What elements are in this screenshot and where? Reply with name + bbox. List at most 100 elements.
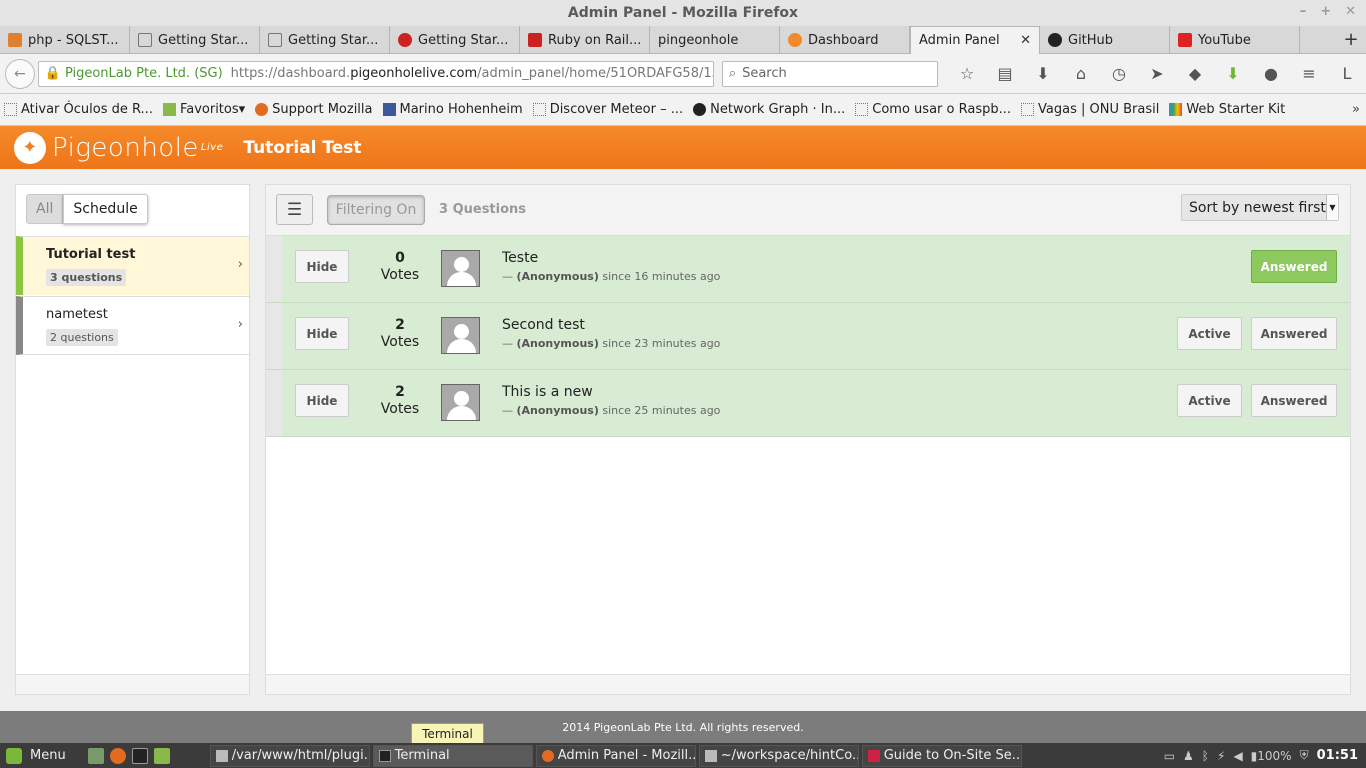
bookmark-item[interactable]: Discover Meteor – ... — [532, 102, 683, 117]
tab-admin-panel[interactable]: Admin Panel ✕ — [910, 26, 1040, 54]
tab-getting-started-3[interactable]: Getting Star... — [390, 26, 520, 54]
hamburger-icon: ☰ — [286, 199, 303, 220]
taskbar-item[interactable]: Guide to On-Site Se... — [861, 744, 1022, 767]
vote-count: 2 Votes — [376, 384, 424, 418]
question-meta: — (Anonymous) since 25 minutes ago — [502, 404, 721, 417]
taskbar-item-terminal[interactable]: Terminal — [372, 744, 533, 767]
tab-dashboard[interactable]: Dashboard — [780, 26, 910, 54]
close-tab-icon[interactable]: ✕ — [1020, 33, 1031, 48]
taskbar-item[interactable]: ~/workspace/hintCo... — [698, 744, 859, 767]
taskbar-label: /var/www/html/plugi... — [231, 748, 370, 763]
addon-icon[interactable]: ◆ — [1176, 64, 1214, 83]
chevron-down-icon: ▼ — [1326, 195, 1338, 220]
firefox-icon — [255, 103, 269, 116]
hide-button[interactable]: Hide — [295, 250, 349, 283]
terminal-tooltip: Terminal — [411, 723, 484, 744]
bookmark-item[interactable]: Ativar Óculos de R... — [4, 102, 153, 117]
minimize-icon[interactable]: – — [1300, 4, 1307, 19]
question-row: Hide 2 Votes Second test — (Anonymous) si… — [266, 303, 1350, 370]
pigeonhole-logo[interactable]: ✦ Pigeonhole Live — [14, 131, 223, 164]
show-desktop-icon[interactable] — [87, 747, 104, 764]
url-bar[interactable]: 🔒 PigeonLab Pte. Ltd. (SG) https://dashb… — [37, 60, 714, 87]
chat-icon[interactable]: ● — [1252, 64, 1290, 83]
answered-button[interactable]: Answered — [1251, 250, 1337, 283]
filter-toggle-button[interactable]: Filtering On — [327, 195, 425, 225]
user-icon[interactable]: ♟ — [1183, 749, 1194, 763]
active-button[interactable]: Active — [1177, 384, 1242, 417]
tab-pingeonhole[interactable]: pingeonhole — [650, 26, 780, 54]
volume-icon[interactable]: ◀ — [1233, 749, 1242, 763]
hamburger-menu-icon[interactable]: ≡ — [1290, 64, 1328, 83]
window-title: Admin Panel - Mozilla Firefox — [567, 5, 799, 21]
back-button[interactable]: ← — [5, 58, 35, 89]
question-time: since 16 minutes ago — [602, 270, 721, 283]
browser-tab-strip: php - SQLST... Getting Star... Getting S… — [0, 26, 1366, 54]
session-count-badge: 3 questions — [46, 269, 127, 286]
bookmark-item[interactable]: Como usar o Raspb... — [855, 102, 1011, 117]
bookmark-item[interactable]: Support Mozilla — [255, 102, 373, 117]
firefox-launcher-icon[interactable] — [109, 747, 126, 764]
view-toggle: All Schedule — [26, 194, 148, 224]
bookmark-item[interactable]: Vagas | ONU Brasil — [1021, 102, 1159, 117]
search-input[interactable]: ⌕ Search — [721, 60, 938, 87]
session-item-nametest[interactable]: nametest 2 questions › — [16, 296, 249, 355]
hide-button[interactable]: Hide — [295, 384, 349, 417]
start-menu-button[interactable]: Menu — [0, 743, 72, 768]
download-icon[interactable]: ⬇ — [1024, 64, 1062, 83]
mint-logo-icon — [6, 747, 22, 764]
reading-list-icon[interactable]: ▤ — [986, 64, 1024, 83]
answered-button[interactable]: Answered — [1251, 384, 1337, 417]
sidebar-footer — [16, 674, 249, 694]
maximize-icon[interactable]: + — [1320, 4, 1331, 19]
chevron-right-icon: › — [237, 257, 243, 272]
sort-select[interactable]: Sort by newest first ▼ — [1181, 194, 1339, 221]
toggle-schedule-button[interactable]: Schedule — [63, 194, 148, 224]
network-icon[interactable]: ⚡ — [1217, 749, 1225, 763]
tab-php-sqlst[interactable]: php - SQLST... — [0, 26, 130, 54]
extension-l-icon[interactable]: L — [1328, 64, 1366, 83]
hide-button[interactable]: Hide — [295, 317, 349, 350]
tab-getting-started-1[interactable]: Getting Star... — [130, 26, 260, 54]
pigeon-icon: ✦ — [14, 131, 46, 164]
toggle-all-button[interactable]: All — [26, 194, 64, 224]
bookmark-item[interactable]: Marino Hohenheim — [382, 102, 523, 117]
keyboard-icon[interactable]: ▭ — [1164, 749, 1175, 763]
clock[interactable]: 01:51 — [1317, 748, 1358, 763]
bookmark-label: Como usar o Raspb... — [872, 102, 1011, 117]
history-icon[interactable]: ◷ — [1100, 64, 1138, 83]
session-count-badge: 2 questions — [46, 329, 118, 346]
home-icon[interactable]: ⌂ — [1062, 64, 1100, 83]
download-arrow-icon[interactable]: ⬇ — [1214, 64, 1252, 83]
taskbar-label: Guide to On-Site Se... — [883, 748, 1022, 763]
tab-github[interactable]: GitHub — [1040, 26, 1170, 54]
bookmarks-overflow-icon[interactable]: » — [1352, 102, 1360, 117]
bookmark-item[interactable]: Web Starter Kit — [1169, 102, 1285, 117]
terminal-launcher-icon[interactable] — [131, 747, 148, 764]
session-item-tutorial-test[interactable]: Tutorial test 3 questions › — [16, 236, 249, 295]
bookmark-star-icon[interactable]: ☆ — [948, 64, 986, 83]
tab-label: GitHub — [1068, 32, 1114, 48]
panel-menu-button[interactable]: ☰ — [276, 194, 313, 225]
logo-text: Pigeonhole — [52, 132, 199, 163]
taskbar-item-firefox[interactable]: Admin Panel - Mozill... — [535, 744, 696, 767]
answered-button[interactable]: Answered — [1251, 317, 1337, 350]
tab-ruby-on-rails[interactable]: Ruby on Rail... — [520, 26, 650, 54]
new-tab-button[interactable]: + — [1336, 26, 1366, 53]
site-identity[interactable]: PigeonLab Pte. Ltd. (SG) — [65, 66, 223, 81]
battery-icon[interactable]: ▮100% — [1251, 749, 1292, 763]
taskbar-item[interactable]: /var/www/html/plugi... — [209, 744, 370, 767]
bookmark-folder-favoritos[interactable]: Favoritos ▾ — [162, 102, 245, 117]
files-launcher-icon[interactable] — [153, 747, 170, 764]
question-time: since 23 minutes ago — [602, 337, 721, 350]
send-icon[interactable]: ➤ — [1138, 64, 1176, 83]
tab-getting-started-2[interactable]: Getting Star... — [260, 26, 390, 54]
question-text: Teste — [502, 250, 539, 266]
tab-label: Getting Star... — [158, 32, 249, 48]
shield-icon[interactable]: ⛨ — [1300, 748, 1309, 763]
bluetooth-icon[interactable]: ᛒ — [1202, 749, 1209, 763]
tab-youtube[interactable]: YouTube — [1170, 26, 1300, 54]
close-window-icon[interactable]: ✕ — [1345, 4, 1356, 19]
bookmark-item[interactable]: Network Graph · In... — [693, 102, 845, 117]
menu-label: Menu — [30, 748, 66, 763]
active-button[interactable]: Active — [1177, 317, 1242, 350]
